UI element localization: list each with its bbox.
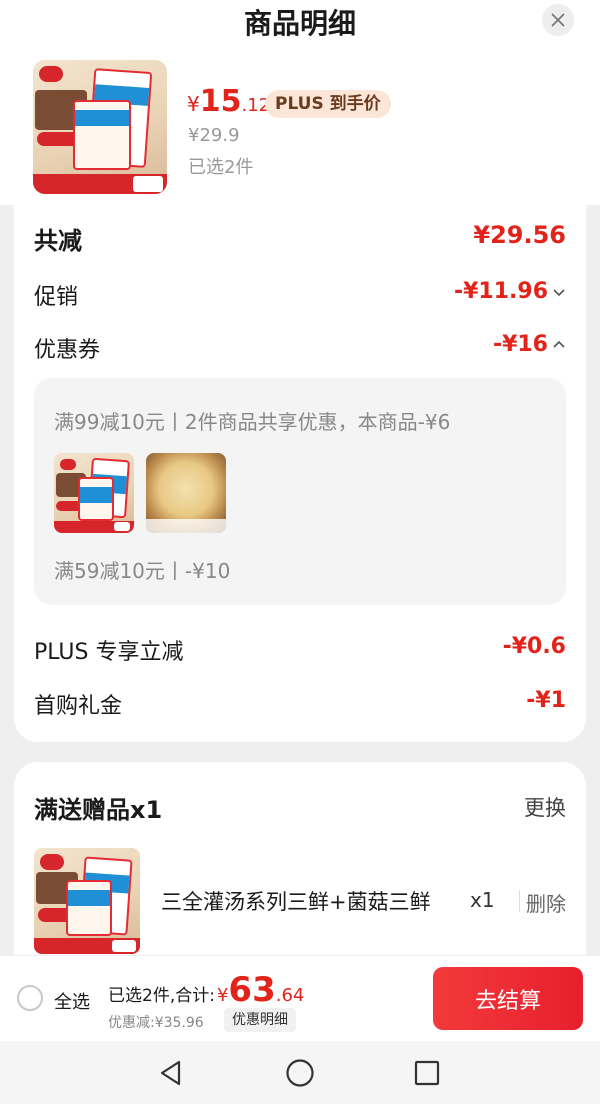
nav-back-button[interactable] <box>155 1057 187 1089</box>
circle-home-icon <box>286 1059 314 1087</box>
total-discount-row: 共减 ¥29.56 <box>34 221 566 255</box>
nav-recents-button[interactable] <box>411 1057 443 1089</box>
total-line: 已选2件,合计: ¥ 63 .64 <box>108 970 304 1010</box>
coupon-detail-2: 满59减10元丨-¥10 <box>54 559 231 583</box>
price-integer: 15 <box>199 84 242 119</box>
coupon-product-dumpling-image[interactable] <box>54 453 134 533</box>
discount-card: 共减 ¥29.56 促销 -¥11.96 优惠券 -¥16 满99减10元丨2件… <box>14 205 586 742</box>
close-icon <box>551 13 565 27</box>
selected-count: 已选2件 <box>188 157 254 178</box>
plus-discount-label: PLUS 专享立减 <box>34 640 184 665</box>
nav-home-button[interactable] <box>284 1057 316 1089</box>
checkout-bar: 全选 已选2件,合计: ¥ 63 .64 优惠减:¥35.96 优惠明细 去结算 <box>0 955 600 1041</box>
promo-value-wrap: -¥11.96 <box>454 279 566 304</box>
change-gift-button[interactable]: 更换 <box>524 792 566 822</box>
total-decimal: .64 <box>275 985 305 1006</box>
gift-quantity: x1 <box>470 888 495 912</box>
first-purchase-value: -¥1 <box>526 688 566 713</box>
chevron-up-icon <box>553 340 565 348</box>
system-nav-bar <box>0 1041 600 1104</box>
total-integer: 63 <box>228 970 276 1010</box>
discount-summary: 优惠减:¥35.96 <box>108 1015 204 1031</box>
first-purchase-row: 首购礼金 -¥1 <box>34 688 566 722</box>
square-recents-icon <box>414 1060 440 1086</box>
gift-title: 满送赠品x1 <box>34 796 163 824</box>
total-discount-label: 共减 <box>34 227 82 255</box>
product-image[interactable] <box>33 60 167 194</box>
first-purchase-label: 首购礼金 <box>34 694 123 719</box>
product-header: 商品明细 ¥15.12 PLUS 到手价 ¥29.9 已选2件 <box>0 0 600 205</box>
plus-price: ¥15.12 <box>187 84 270 119</box>
plus-price-badge: PLUS 到手价 <box>265 90 391 118</box>
promo-label: 促销 <box>34 285 79 310</box>
coupon-product-thumbs <box>54 453 226 533</box>
total-label: 已选2件,合计: <box>108 986 215 1006</box>
coupon-value: -¥16 <box>492 332 548 357</box>
checkout-button[interactable]: 去结算 <box>433 967 583 1030</box>
coupon-detail-box: 满99减10元丨2件商品共享优惠，本商品-¥6 满59减10元丨-¥10 <box>34 378 566 605</box>
price-symbol: ¥ <box>187 92 200 116</box>
coupon-row[interactable]: 优惠券 -¥16 <box>34 332 566 366</box>
total-symbol: ¥ <box>216 985 229 1006</box>
close-button[interactable] <box>542 4 574 36</box>
promo-row[interactable]: 促销 -¥11.96 <box>34 279 566 313</box>
triangle-back-icon <box>160 1060 181 1086</box>
coupon-value-wrap: -¥16 <box>493 332 566 357</box>
page-title: 商品明细 <box>243 7 356 40</box>
coupon-product-pancake-image[interactable] <box>146 453 226 533</box>
discount-detail-button[interactable]: 优惠明细 <box>224 1008 296 1032</box>
select-all-checkbox[interactable] <box>17 985 43 1011</box>
coupon-label: 优惠券 <box>34 338 101 363</box>
chevron-down-icon <box>553 288 565 296</box>
divider <box>519 890 520 912</box>
total-discount-value: ¥29.56 <box>473 221 566 249</box>
select-all-label[interactable]: 全选 <box>54 988 90 1014</box>
plus-discount-value: -¥0.6 <box>502 634 566 659</box>
coupon-detail-1: 满99减10元丨2件商品共享优惠，本商品-¥6 <box>54 410 451 434</box>
delete-gift-button[interactable]: 删除 <box>526 888 566 917</box>
gift-image[interactable] <box>34 848 140 954</box>
plus-discount-row: PLUS 专享立减 -¥0.6 <box>34 634 566 668</box>
promo-value: -¥11.96 <box>453 279 548 304</box>
gift-name: 三全灌汤系列三鲜+菌菇三鲜 <box>161 890 431 914</box>
original-price: ¥29.9 <box>188 125 240 146</box>
